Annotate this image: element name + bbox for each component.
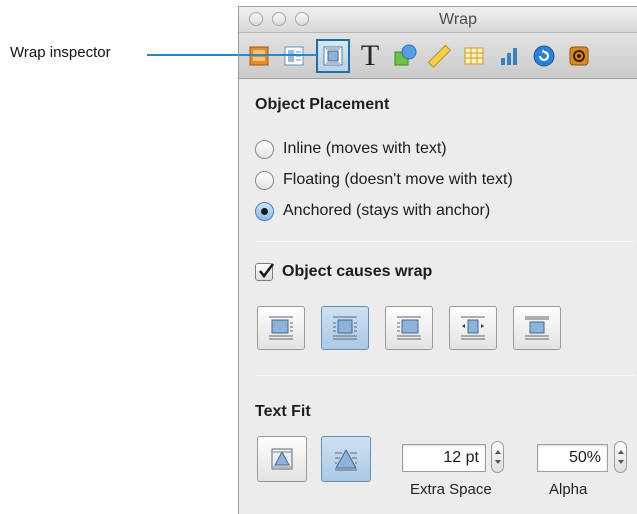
wrap-inspector-window: Wrap T Object Placement Inline (moves wi…: [238, 6, 637, 514]
radio-floating[interactable]: Floating (doesn't move with text): [255, 169, 513, 191]
inspector-toolbar: T: [239, 33, 637, 79]
wrap-left-icon[interactable]: [257, 306, 305, 350]
radio-anchored-label: Anchored (stays with anchor): [283, 202, 491, 219]
wrap-largest-icon[interactable]: [449, 306, 497, 350]
text-icon[interactable]: T: [353, 39, 387, 73]
object-causes-wrap[interactable]: Object causes wrap: [255, 263, 432, 281]
separator: [255, 375, 634, 376]
quicktime-icon[interactable]: [562, 39, 596, 73]
wrap-both-icon[interactable]: [321, 306, 369, 350]
callout-line: [239, 54, 317, 56]
alpha-stepper[interactable]: [614, 441, 627, 473]
chart-icon[interactable]: [492, 39, 526, 73]
callout-line: [147, 54, 239, 56]
window-title: Wrap: [439, 11, 477, 28]
wrap-right-icon[interactable]: [385, 306, 433, 350]
radio-floating-button[interactable]: [255, 170, 274, 190]
alpha-field[interactable]: 50%: [537, 444, 608, 472]
table-icon[interactable]: [457, 39, 491, 73]
title-bar: Wrap: [239, 7, 637, 33]
radio-inline-label: Inline (moves with text): [283, 140, 447, 157]
inspector-content: Object Placement Inline (moves with text…: [239, 80, 637, 514]
radio-inline-button[interactable]: [255, 139, 274, 159]
text-fit-title: Text Fit: [255, 403, 311, 420]
radio-inline[interactable]: Inline (moves with text): [255, 138, 447, 160]
radio-anchored-button[interactable]: [255, 201, 274, 221]
radio-anchored[interactable]: Anchored (stays with anchor): [255, 200, 490, 222]
object-placement-title: Object Placement: [255, 96, 390, 113]
separator: [255, 241, 634, 242]
metrics-icon[interactable]: [422, 39, 456, 73]
link-icon[interactable]: [527, 39, 561, 73]
alpha-label: Alpha: [549, 481, 588, 498]
extra-space-field[interactable]: 12 pt: [402, 444, 486, 472]
extra-space-label: Extra Space: [410, 481, 492, 498]
layout-icon[interactable]: [277, 39, 311, 73]
callout-label: Wrap inspector: [10, 44, 111, 61]
fit-contour-icon[interactable]: [321, 436, 371, 482]
wrap-icon[interactable]: [316, 39, 350, 73]
radio-floating-label: Floating (doesn't move with text): [283, 171, 513, 188]
extra-space-stepper[interactable]: [491, 441, 504, 473]
object-causes-wrap-label: Object causes wrap: [282, 263, 433, 280]
object-causes-wrap-checkbox[interactable]: [255, 263, 275, 281]
fit-rect-icon[interactable]: [257, 436, 307, 482]
wrap-none-icon[interactable]: [513, 306, 561, 350]
document-icon[interactable]: [242, 39, 276, 73]
graphic-icon[interactable]: [388, 39, 422, 73]
